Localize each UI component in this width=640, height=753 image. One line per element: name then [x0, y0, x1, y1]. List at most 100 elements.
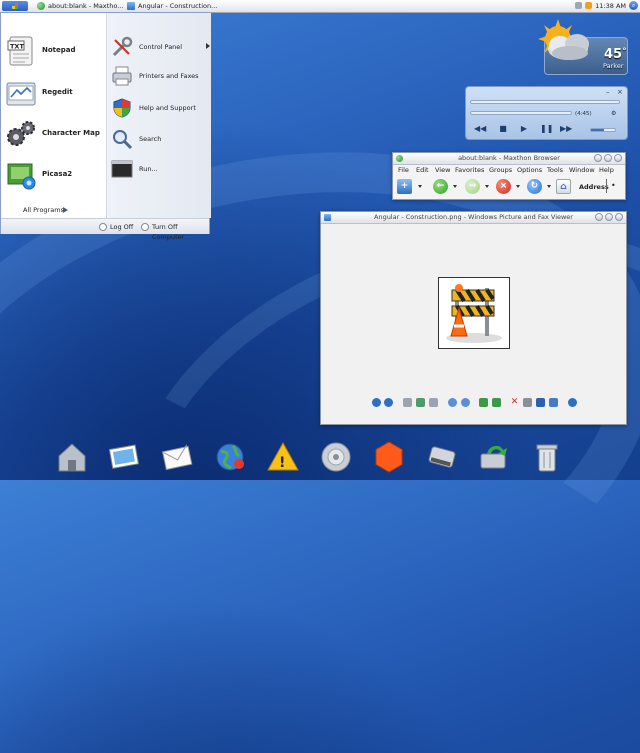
next-image-icon[interactable]: [384, 398, 393, 407]
best-fit-icon[interactable]: [403, 398, 412, 407]
shield-hexagon-icon[interactable]: [372, 440, 406, 474]
start-menu-item-picasa[interactable]: Picasa2: [5, 159, 105, 191]
seek-slider[interactable]: [470, 111, 572, 115]
start-menu-item-label: Control Panel: [139, 43, 183, 51]
chevron-down-icon[interactable]: [485, 185, 489, 188]
caution-sign-icon[interactable]: !: [266, 440, 300, 474]
forward-icon[interactable]: →: [465, 179, 480, 194]
weather-temperature: 45°: [604, 47, 627, 62]
track-time: (4:45): [575, 111, 592, 117]
pause-icon[interactable]: ❚❚: [540, 124, 553, 133]
zoom-out-icon[interactable]: [461, 398, 470, 407]
browser-toolbar: + ← → × ↻ ⌂ Address •: [393, 176, 625, 198]
chevron-down-icon[interactable]: [453, 185, 457, 188]
close-button[interactable]: [615, 213, 623, 221]
stop-icon[interactable]: ■: [497, 124, 509, 133]
chevron-down-icon[interactable]: [516, 185, 520, 188]
viewer-image[interactable]: [438, 277, 510, 349]
chevron-down-icon[interactable]: [418, 185, 422, 188]
help-icon[interactable]: [568, 398, 577, 407]
sync-icon[interactable]: [477, 440, 511, 474]
fast-forward-icon[interactable]: ▶▶: [560, 124, 572, 133]
minimize-button[interactable]: [595, 213, 603, 221]
help-shield-icon: [113, 98, 131, 118]
chevron-down-icon[interactable]: [547, 185, 551, 188]
close-icon[interactable]: ×: [617, 88, 623, 96]
media-disc-icon[interactable]: [319, 440, 353, 474]
rotate-clockwise-icon[interactable]: [479, 398, 488, 407]
home-folder-icon[interactable]: [55, 440, 89, 474]
actual-size-icon[interactable]: [416, 398, 425, 407]
browser-titlebar[interactable]: about:blank - Maxthon Browser: [393, 153, 625, 165]
start-menu-item-notepad[interactable]: TXT Notepad: [5, 35, 105, 67]
weather-widget[interactable]: 45° Parker: [538, 15, 630, 77]
start-menu-item-help[interactable]: Help and Support: [111, 97, 209, 119]
browser-window: about:blank - Maxthon Browser File Edit …: [392, 152, 626, 200]
system-tray: 11:38 AM: [575, 1, 626, 11]
svg-text:TXT: TXT: [10, 43, 24, 51]
photos-icon[interactable]: [108, 440, 142, 474]
weather-city: Parker: [603, 62, 624, 70]
volume-slider[interactable]: [590, 128, 616, 132]
all-programs-link[interactable]: All Programs: [23, 206, 64, 214]
start-menu: TXT Notepad Regedit Character Map Picasa…: [0, 12, 211, 241]
web-globe-icon[interactable]: [213, 440, 247, 474]
menu-favorites[interactable]: Favorites: [455, 165, 484, 175]
menu-groups[interactable]: Groups: [489, 165, 512, 175]
go-icon[interactable]: •: [611, 181, 616, 190]
settings-icon[interactable]: ⚙: [611, 110, 616, 117]
clock[interactable]: 11:38 AM: [595, 2, 626, 10]
minimize-button[interactable]: [594, 154, 602, 162]
network-icon[interactable]: [575, 2, 583, 9]
mail-envelope-icon[interactable]: [160, 440, 194, 474]
zoom-in-icon[interactable]: [448, 398, 457, 407]
printer-icon: [112, 66, 132, 86]
close-button[interactable]: [614, 154, 622, 162]
start-menu-item-printers[interactable]: Printers and Faxes: [111, 65, 209, 87]
search-icon[interactable]: ⌕: [629, 1, 638, 10]
start-menu-item-label: Run...: [139, 165, 158, 173]
menu-file[interactable]: File: [398, 165, 409, 175]
play-icon[interactable]: ▶: [518, 124, 530, 133]
delete-icon[interactable]: ✕: [510, 398, 519, 407]
taskbar-item-label: Angular - Construction...: [138, 2, 218, 10]
rotate-counterclockwise-icon[interactable]: [492, 398, 501, 407]
turn-off-button[interactable]: Turn Off Computer: [141, 222, 209, 241]
maximize-button[interactable]: [605, 213, 613, 221]
refresh-icon[interactable]: ↻: [527, 179, 542, 194]
back-icon[interactable]: ←: [433, 179, 448, 194]
save-icon[interactable]: [536, 398, 545, 407]
volume-icon[interactable]: [585, 2, 593, 9]
slideshow-icon[interactable]: [429, 398, 438, 407]
start-menu-item-regedit[interactable]: Regedit: [5, 77, 105, 109]
start-menu-item-label: Notepad: [42, 46, 76, 54]
menu-edit[interactable]: Edit: [416, 165, 429, 175]
edit-icon[interactable]: [549, 398, 558, 407]
start-menu-item-control-panel[interactable]: Control Panel: [111, 36, 210, 58]
rewind-icon[interactable]: ◀◀: [474, 124, 486, 133]
start-menu-item-search[interactable]: Search: [111, 128, 209, 150]
home-icon[interactable]: ⌂: [556, 179, 571, 194]
maximize-button[interactable]: [604, 154, 612, 162]
trash-icon[interactable]: [530, 440, 564, 474]
menu-window[interactable]: Window: [569, 165, 595, 175]
print-icon[interactable]: [523, 398, 532, 407]
start-menu-item-character-map[interactable]: Character Map: [5, 118, 105, 150]
start-menu-pinned: TXT Notepad Regedit Character Map Picasa…: [1, 13, 106, 218]
menu-help[interactable]: Help: [599, 165, 614, 175]
taskbar-item-browser[interactable]: about:blank - Maxtho...: [36, 1, 132, 11]
log-off-button[interactable]: Log Off: [99, 222, 133, 232]
new-tab-icon[interactable]: +: [397, 179, 412, 194]
minimize-icon[interactable]: –: [606, 88, 610, 96]
address-bar[interactable]: [606, 179, 607, 193]
stop-icon[interactable]: ×: [496, 179, 511, 194]
viewer-titlebar[interactable]: Angular - Construction.png - Windows Pic…: [321, 212, 626, 224]
menu-options[interactable]: Options: [517, 165, 542, 175]
drive-icon[interactable]: [425, 440, 459, 474]
start-menu-item-run[interactable]: Run...: [111, 158, 209, 180]
menu-tools[interactable]: Tools: [547, 165, 563, 175]
menu-view[interactable]: View: [435, 165, 450, 175]
previous-image-icon[interactable]: [372, 398, 381, 407]
taskbar-item-viewer[interactable]: Angular - Construction...: [126, 1, 222, 11]
start-button[interactable]: [2, 1, 28, 11]
